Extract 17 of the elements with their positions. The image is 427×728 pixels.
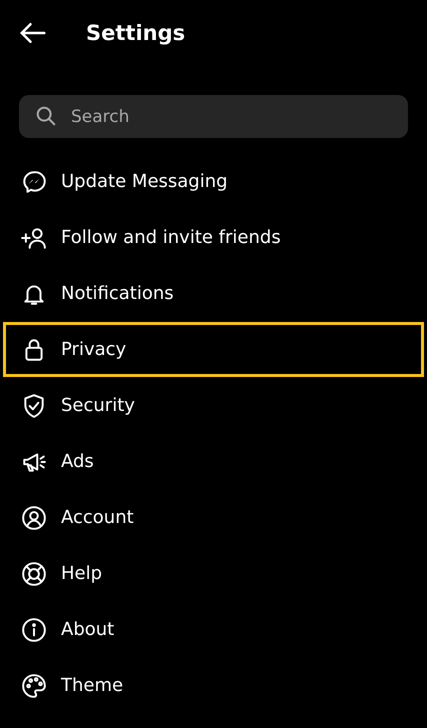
info-icon [21,616,47,642]
settings-item[interactable]: Privacy [3,322,424,377]
settings-item[interactable]: Help [3,546,424,601]
user-circle-icon [21,504,47,530]
chat-bubble-icon [21,168,47,194]
settings-item[interactable]: Update Messaging [3,154,424,209]
lifebuoy-icon [21,560,47,586]
settings-item[interactable]: Security [3,378,424,433]
page-title: Settings [86,21,186,45]
settings-item[interactable]: Notifications [3,266,424,321]
settings-item[interactable]: Follow and invite friends [3,210,424,265]
settings-item[interactable]: Theme [3,658,424,713]
settings-item[interactable]: About [3,602,424,657]
settings-item[interactable]: Ads [3,434,424,489]
palette-icon [21,672,47,698]
search-field[interactable]: Search [19,95,408,138]
settings-item[interactable]: Account [3,490,424,545]
